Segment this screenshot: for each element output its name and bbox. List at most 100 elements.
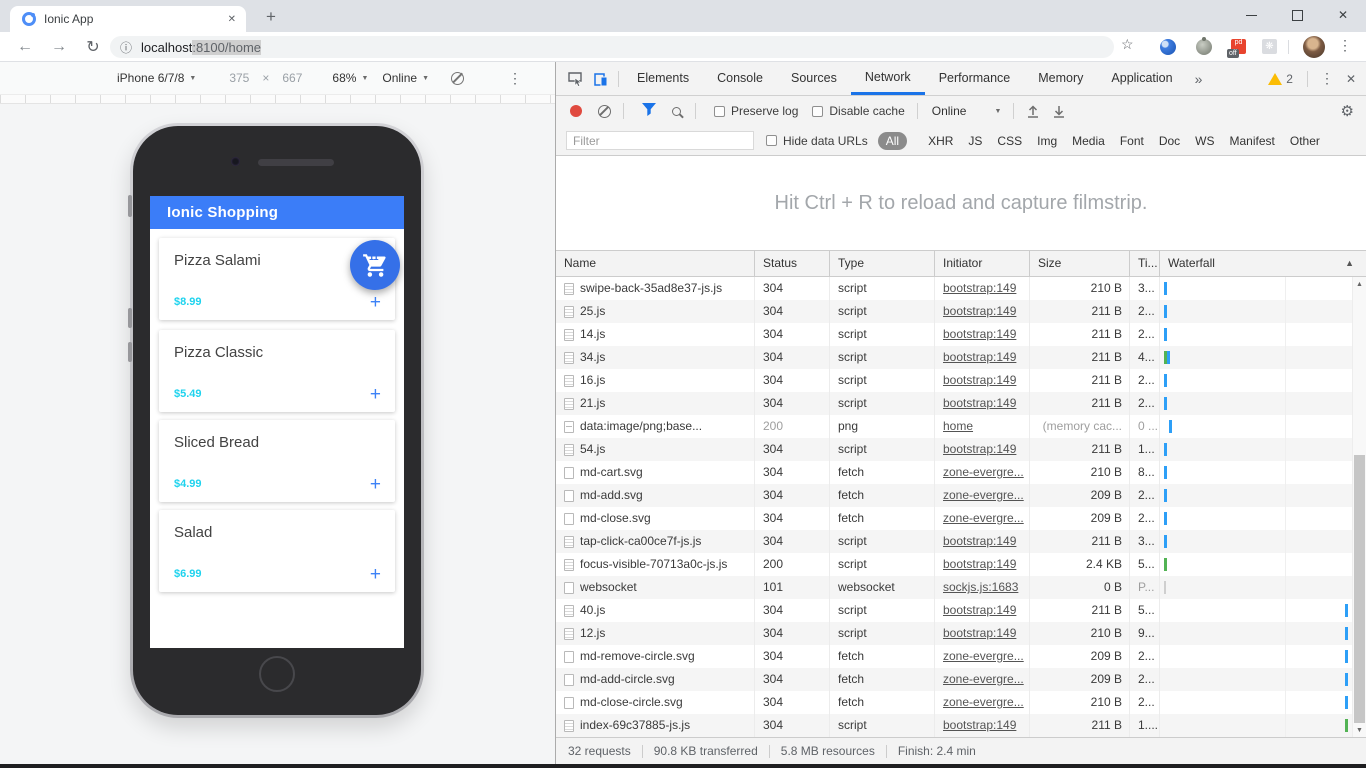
table-row[interactable]: md-remove-circle.svg 304 fetch zone-ever…: [556, 645, 1352, 668]
rotate-icon[interactable]: [451, 72, 464, 85]
initiator-link[interactable]: bootstrap:149: [943, 369, 1016, 392]
table-row[interactable]: 54.js 304 script bootstrap:149 211 B 1..…: [556, 438, 1352, 461]
initiator-link[interactable]: bootstrap:149: [943, 323, 1016, 346]
initiator-link[interactable]: zone-evergre...: [943, 691, 1024, 714]
table-row[interactable]: data:image/png;base... 200 png home (mem…: [556, 415, 1352, 438]
table-row[interactable]: 16.js 304 script bootstrap:149 211 B 2..…: [556, 369, 1352, 392]
scrollbar-thumb[interactable]: [1354, 455, 1365, 723]
import-har-icon[interactable]: [1024, 105, 1042, 118]
filter-type-css[interactable]: CSS: [997, 134, 1022, 148]
table-row[interactable]: 40.js 304 script bootstrap:149 211 B 5..…: [556, 599, 1352, 622]
initiator-link[interactable]: bootstrap:149: [943, 277, 1016, 300]
devtools-close-icon[interactable]: ✕: [1342, 72, 1366, 86]
network-filter-input[interactable]: [566, 131, 754, 150]
address-bar[interactable]: ⓘ localhost:8100/home: [110, 36, 1114, 58]
devtools-menu-icon[interactable]: ⋮: [1312, 70, 1342, 87]
cart-fab-button[interactable]: 11: [350, 240, 400, 290]
disable-cache-checkbox[interactable]: Disable cache: [812, 104, 904, 118]
initiator-link[interactable]: zone-evergre...: [943, 507, 1024, 530]
tab-elements[interactable]: Elements: [623, 62, 703, 95]
forward-button[interactable]: →: [46, 35, 72, 59]
initiator-link[interactable]: bootstrap:149: [943, 300, 1016, 323]
warning-counter[interactable]: 2: [1268, 72, 1293, 86]
tab-application[interactable]: Application: [1097, 62, 1186, 95]
initiator-link[interactable]: bootstrap:149: [943, 392, 1016, 415]
initiator-link[interactable]: bootstrap:149: [943, 530, 1016, 553]
export-har-icon[interactable]: [1050, 105, 1068, 118]
tab-sources[interactable]: Sources: [777, 62, 851, 95]
table-row[interactable]: tap-click-ca00ce7f-js.js 304 script boot…: [556, 530, 1352, 553]
record-icon[interactable]: [570, 105, 582, 117]
clear-icon[interactable]: [598, 105, 611, 118]
table-scrollbar[interactable]: ▲ ▼: [1352, 277, 1366, 737]
initiator-link[interactable]: bootstrap:149: [943, 438, 1016, 461]
initiator-link[interactable]: zone-evergre...: [943, 461, 1024, 484]
viewport-width-field[interactable]: 375: [229, 71, 249, 85]
initiator-link[interactable]: zone-evergre...: [943, 484, 1024, 507]
device-toolbar-menu-icon[interactable]: ⋮: [508, 70, 522, 87]
filter-type-font[interactable]: Font: [1120, 134, 1144, 148]
bookmark-star-icon[interactable]: ☆: [1121, 36, 1134, 53]
extension-pd-icon[interactable]: pdoff: [1231, 39, 1246, 54]
table-row[interactable]: index-69c37885-js.js 304 script bootstra…: [556, 714, 1352, 737]
scroll-up-icon[interactable]: ▲: [1353, 277, 1366, 291]
tab-memory[interactable]: Memory: [1024, 62, 1097, 95]
filter-type-ws[interactable]: WS: [1195, 134, 1214, 148]
window-maximize-button[interactable]: [1274, 0, 1320, 30]
scroll-down-icon[interactable]: ▼: [1353, 723, 1366, 737]
viewport-height-field[interactable]: 667: [282, 71, 302, 85]
back-button[interactable]: ←: [12, 35, 38, 59]
tab-network[interactable]: Network: [851, 62, 925, 95]
more-tabs-icon[interactable]: »: [1187, 71, 1211, 87]
filter-type-all[interactable]: All: [878, 132, 907, 150]
column-header-status[interactable]: Status: [755, 251, 830, 276]
zoom-select[interactable]: 68% ▼: [332, 71, 368, 85]
table-row[interactable]: md-cart.svg 304 fetch zone-evergre... 21…: [556, 461, 1352, 484]
profile-avatar[interactable]: [1303, 36, 1325, 58]
network-throttling-select[interactable]: Online ▼: [932, 104, 1002, 118]
tab-performance[interactable]: Performance: [925, 62, 1025, 95]
initiator-link[interactable]: zone-evergre...: [943, 645, 1024, 668]
window-minimize-button[interactable]: [1228, 0, 1274, 30]
tab-console[interactable]: Console: [703, 62, 777, 95]
table-row[interactable]: 25.js 304 script bootstrap:149 211 B 2..…: [556, 300, 1352, 323]
new-tab-button[interactable]: +: [258, 4, 284, 30]
column-header-time[interactable]: Ti...: [1130, 251, 1160, 276]
initiator-link[interactable]: home: [943, 415, 973, 438]
initiator-link[interactable]: bootstrap:149: [943, 714, 1016, 737]
column-header-name[interactable]: Name: [556, 251, 755, 276]
preserve-log-checkbox[interactable]: Preserve log: [714, 104, 798, 118]
filter-type-xhr[interactable]: XHR: [928, 134, 953, 148]
add-to-cart-button[interactable]: +: [370, 474, 381, 496]
table-row[interactable]: 21.js 304 script bootstrap:149 211 B 2..…: [556, 392, 1352, 415]
column-header-type[interactable]: Type: [830, 251, 935, 276]
column-header-size[interactable]: Size: [1030, 251, 1130, 276]
search-icon[interactable]: [672, 107, 681, 116]
initiator-link[interactable]: zone-evergre...: [943, 668, 1024, 691]
initiator-link[interactable]: bootstrap:149: [943, 553, 1016, 576]
inspect-element-icon[interactable]: [562, 66, 588, 92]
tab-close-icon[interactable]: ✕: [228, 14, 236, 25]
table-row[interactable]: 14.js 304 script bootstrap:149 211 B 2..…: [556, 323, 1352, 346]
network-settings-gear-icon[interactable]: ⚙: [1341, 102, 1354, 120]
table-row[interactable]: md-close.svg 304 fetch zone-evergre... 2…: [556, 507, 1352, 530]
table-row[interactable]: websocket 101 websocket sockjs.js:1683 0…: [556, 576, 1352, 599]
column-header-initiator[interactable]: Initiator: [935, 251, 1030, 276]
extension-swirl-icon[interactable]: [1160, 39, 1176, 55]
filter-type-doc[interactable]: Doc: [1159, 134, 1180, 148]
table-row[interactable]: swipe-back-35ad8e37-js.js 304 script boo…: [556, 277, 1352, 300]
table-row[interactable]: md-add-circle.svg 304 fetch zone-evergre…: [556, 668, 1352, 691]
add-to-cart-button[interactable]: +: [370, 292, 381, 314]
initiator-link[interactable]: bootstrap:149: [943, 599, 1016, 622]
table-row[interactable]: md-close-circle.svg 304 fetch zone-everg…: [556, 691, 1352, 714]
filter-type-js[interactable]: JS: [968, 134, 982, 148]
filter-type-img[interactable]: Img: [1037, 134, 1057, 148]
column-header-waterfall[interactable]: Waterfall▲: [1160, 251, 1366, 276]
refresh-button[interactable]: ↻: [80, 35, 106, 59]
initiator-link[interactable]: bootstrap:149: [943, 622, 1016, 645]
throttling-select[interactable]: Online ▼: [382, 71, 429, 85]
table-row[interactable]: 12.js 304 script bootstrap:149 210 B 9..…: [556, 622, 1352, 645]
table-row[interactable]: 34.js 304 script bootstrap:149 211 B 4..…: [556, 346, 1352, 369]
filter-type-media[interactable]: Media: [1072, 134, 1105, 148]
table-row[interactable]: md-add.svg 304 fetch zone-evergre... 209…: [556, 484, 1352, 507]
